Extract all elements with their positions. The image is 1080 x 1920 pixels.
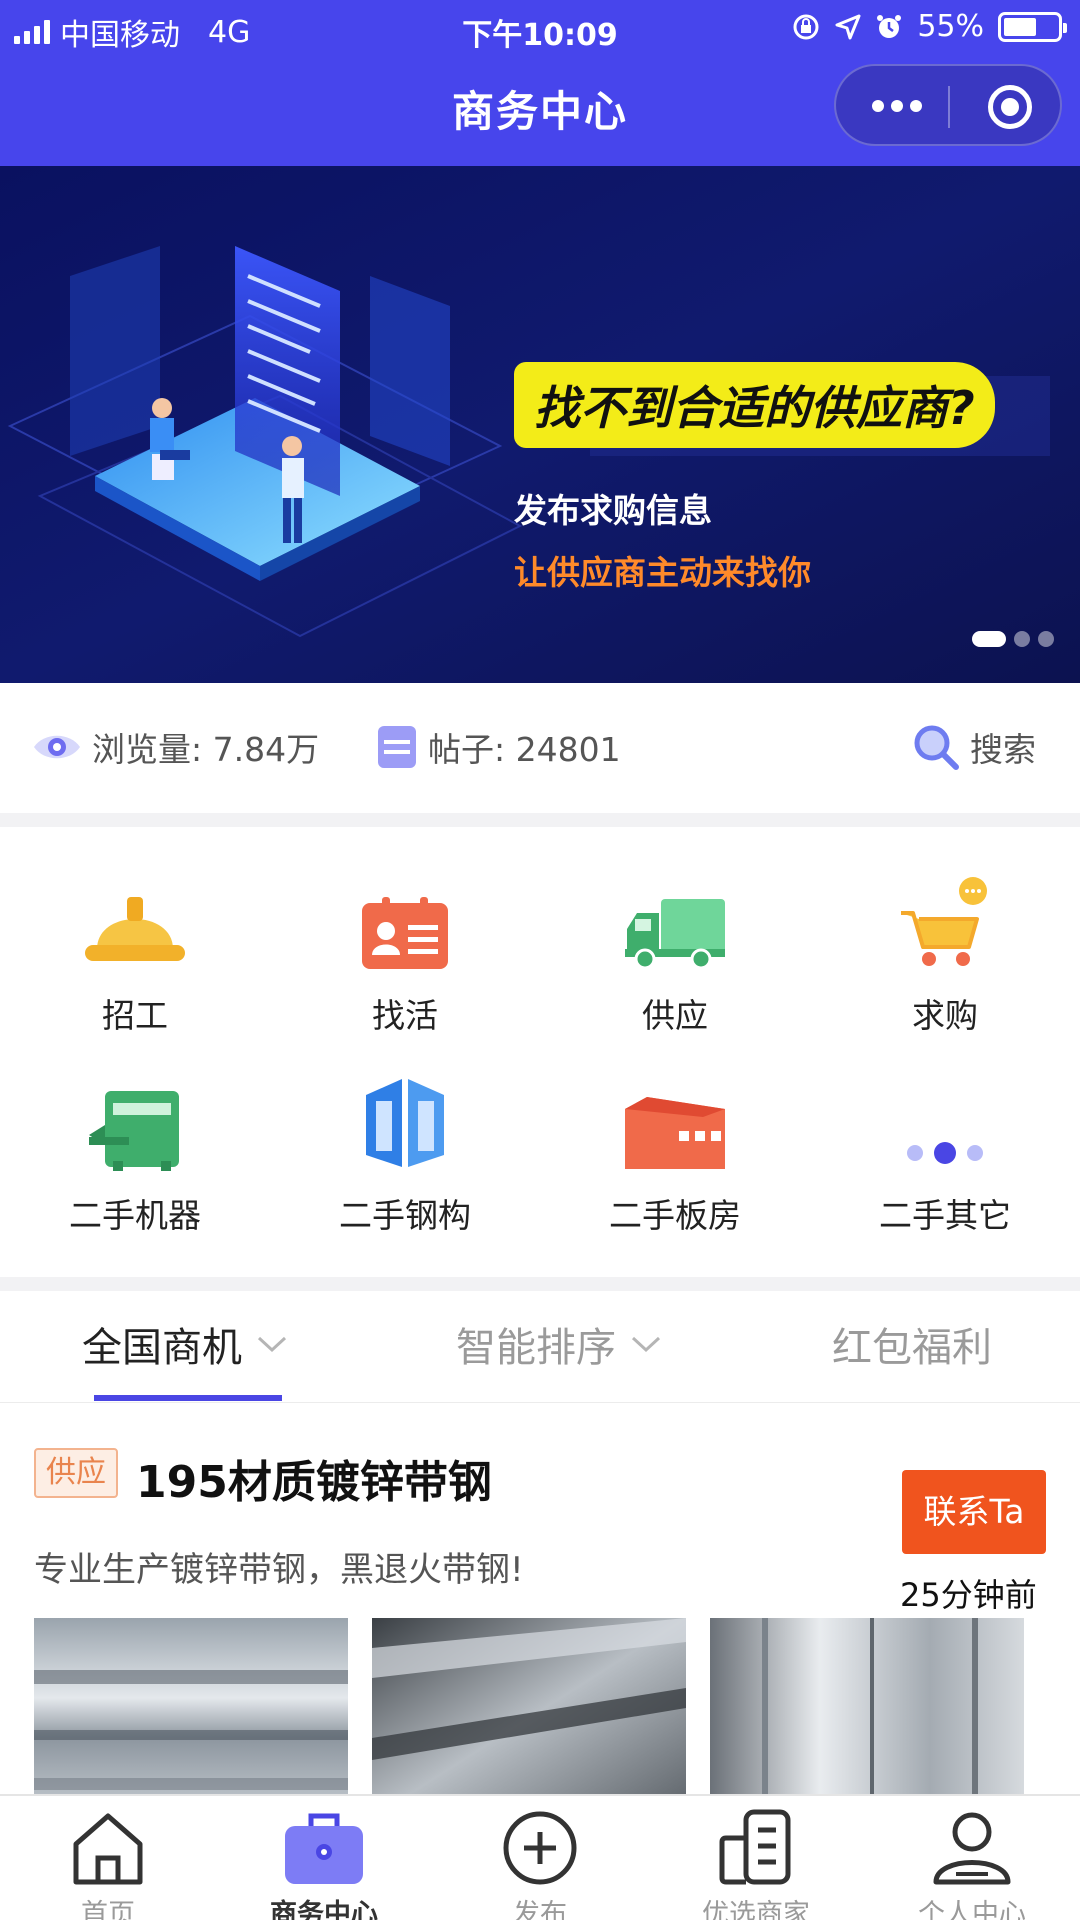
status-bar: 中国移动 4G 下午10:09 55% [0,0,1080,54]
posts-count: 帖子: 24801 [428,730,621,769]
post-image[interactable] [34,1618,348,1818]
battery-icon [998,11,1067,42]
supply-badge: 供应 [34,1448,118,1498]
tab-smart-sort[interactable]: 智能排序 [456,1315,662,1373]
chevron-down-icon [631,1336,661,1353]
prefab-house-icon [625,1097,725,1169]
close-target-icon[interactable] [988,85,1032,129]
id-card-icon [362,897,448,969]
tabbar-item-home[interactable]: 首页 [0,1806,216,1920]
tab-label: 全国商机 [82,1325,242,1371]
plus-circle-icon [503,1811,577,1885]
tabbar-item-profile[interactable]: 个人中心 [864,1806,1080,1920]
category-supply[interactable]: 供应 [540,871,810,1037]
tabbar-label: 商务中心 [270,1899,378,1920]
divider [0,813,1080,827]
filter-tabs: 全国商机 智能排序 红包福利 [0,1291,1080,1403]
category-grid: 招工 找活 供应 求购 二手机器 二手钢构 二手板房 二手其它 [0,827,1080,1277]
post-description: 专业生产镀锌带钢，黑退火带钢! [34,1550,524,1590]
tabbar-label: 优选商家 [702,1899,810,1920]
shop-icon [719,1809,791,1885]
pager-dot[interactable] [1014,631,1030,647]
bottom-tab-bar: 首页 商务中心 发布 优选商家 个人中心 [0,1794,1080,1920]
tab-label: 智能排序 [456,1325,616,1371]
category-used-other[interactable]: 二手其它 [810,1071,1080,1237]
category-label: 找活 [372,996,438,1035]
tabbar-label: 个人中心 [918,1899,1026,1920]
more-options-icon[interactable] [872,94,922,118]
post-icon [378,726,416,768]
alarm-icon [877,14,902,38]
views-count: 浏览量: 7.84万 [92,730,320,769]
views-stat: 浏览量: 7.84万 [32,723,319,771]
category-used-machines[interactable]: 二手机器 [0,1071,270,1237]
category-label: 二手板房 [609,1196,741,1235]
banner-tagline: 找不到合适的供应商? [514,362,995,448]
promo-banner[interactable]: 找不到合适的供应商? 发布求购信息 让供应商主动来找你 [0,166,1080,683]
user-icon [933,1812,1011,1885]
tabbar-label: 首页 [81,1899,135,1920]
search-label: 搜索 [970,730,1036,769]
home-icon [73,1813,143,1885]
tabbar-item-featured-merchants[interactable]: 优选商家 [648,1806,864,1920]
category-purchase[interactable]: 求购 [810,871,1080,1037]
banner-pager [972,631,1054,647]
posts-stat: 帖子: 24801 [376,723,621,771]
contact-button[interactable]: 联系Ta [902,1470,1046,1554]
search-button[interactable]: 搜索 [912,723,1036,771]
tabbar-item-publish[interactable]: 发布 [432,1806,648,1920]
tabbar-item-business-center[interactable]: 商务中心 [216,1806,432,1920]
pager-dot-active[interactable] [972,631,1006,647]
tab-label: 红包福利 [832,1325,992,1371]
category-label: 二手钢构 [339,1196,471,1235]
post-time: 25分钟前 [900,1576,1037,1614]
post-image[interactable] [710,1618,1024,1818]
list-item[interactable]: 供应 195材质镀锌带钢 专业生产镀锌带钢，黑退火带钢! 联系Ta 25分钟前 [0,1404,1080,1818]
steel-structure-icon [366,1079,444,1167]
category-used-prefab[interactable]: 二手板房 [540,1071,810,1237]
search-icon [914,725,959,770]
post-title: 195材质镀锌带钢 [136,1457,492,1508]
category-used-steel[interactable]: 二手钢构 [270,1071,540,1237]
banner-text: 找不到合适的供应商? 发布求购信息 让供应商主动来找你 [514,362,995,594]
machine-icon [89,1091,179,1171]
category-hire-workers[interactable]: 招工 [0,871,270,1037]
category-label: 二手机器 [69,1196,201,1235]
banner-line1: 发布求购信息 [514,491,712,530]
category-find-work[interactable]: 找活 [270,871,540,1037]
tab-national-opportunities[interactable]: 全国商机 [82,1315,288,1373]
banner-line2: 让供应商主动来找你 [514,553,811,592]
post-image[interactable] [372,1618,686,1818]
location-arrow-icon [835,14,861,39]
mini-program-capsule [834,64,1062,146]
hardhat-icon [85,897,185,961]
category-label: 求购 [912,996,978,1035]
truck-icon [625,899,725,970]
active-tab-indicator [94,1395,282,1401]
tabbar-label: 发布 [513,1899,567,1920]
shopping-cart-icon [901,877,987,966]
category-label: 招工 [102,996,168,1035]
status-right: 55% [791,9,1067,44]
category-label: 二手其它 [879,1196,1011,1235]
stats-bar: 浏览量: 7.84万 帖子: 24801 搜索 [0,683,1080,813]
category-label: 供应 [642,996,708,1035]
app: 中国移动 4G 下午10:09 55% 商务中心 找不到合适的供应商? 发布求购… [0,0,1080,1920]
pager-dot[interactable] [1038,631,1054,647]
battery-percent: 55% [917,9,984,44]
briefcase-icon [285,1813,363,1884]
divider [0,1277,1080,1291]
orientation-lock-icon [793,14,819,39]
eye-icon [34,735,80,759]
header: 中国移动 4G 下午10:09 55% 商务中心 [0,0,1080,166]
more-dots-icon [907,1142,983,1164]
chevron-down-icon [257,1336,287,1353]
tab-red-packet[interactable]: 红包福利 [832,1315,992,1373]
